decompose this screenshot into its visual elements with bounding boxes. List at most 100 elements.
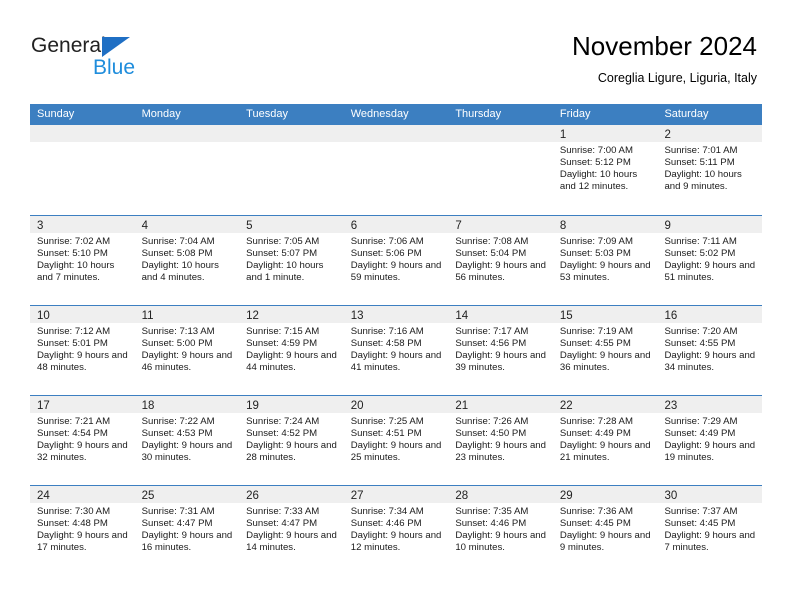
sunrise-text: Sunrise: 7:19 AM — [559, 326, 633, 337]
day-number: 7 — [455, 220, 462, 232]
calendar-day-cell[interactable]: 5 Sunrise: 7:05 AM Sunset: 5:07 PM Daylight… — [239, 216, 344, 305]
calendar-day-cell[interactable]: 14 Sunrise: 7:17 AM Sunset: 4:56 PM Dayligh… — [448, 306, 553, 395]
sunset-text: Sunset: 4:59 PM — [246, 338, 318, 350]
sunrise-text: Sunrise: 7:12 AM — [37, 326, 111, 337]
daylight-text: Daylight: 9 hours and 44 minutes. — [246, 350, 337, 374]
day-number-band: 14 — [448, 306, 553, 323]
daylight-text: Daylight: 9 hours and 7 minutes. — [664, 530, 756, 554]
calendar-day-cell[interactable]: 4 Sunrise: 7:04 AM Sunset: 5:08 PM Daylight… — [134, 216, 240, 305]
calendar-day-cell-empty — [343, 125, 449, 215]
calendar-day-cell[interactable]: 1 Sunrise: 7:00 AM Sunset: 5:12 PM Daylight… — [552, 125, 658, 215]
sunset-text: Sunset: 4:47 PM — [246, 518, 318, 530]
sunset-text: Sunset: 4:52 PM — [246, 428, 318, 440]
sunrise-text: Sunrise: 7:02 AM — [37, 236, 111, 247]
day-number: 5 — [246, 220, 253, 232]
sunset-text: Sunset: 5:00 PM — [141, 338, 213, 350]
brand-logo[interactable]: General Blue — [31, 34, 251, 84]
calendar-day-cell[interactable]: 2 Sunrise: 7:01 AM Sunset: 5:11 PM Daylight… — [657, 125, 763, 215]
daylight-text: Daylight: 9 hours and 53 minutes. — [559, 260, 651, 284]
day-number: 10 — [37, 310, 50, 322]
calendar-day-cell[interactable]: 29 Sunrise: 7:36 AM Sunset: 4:45 PM Dayligh… — [552, 486, 658, 575]
sunrise-text: Sunrise: 7:33 AM — [246, 506, 320, 517]
sunrise-text: Sunrise: 7:36 AM — [559, 506, 633, 517]
calendar-day-cell[interactable]: 26 Sunrise: 7:33 AM Sunset: 4:47 PM Dayligh… — [239, 486, 344, 575]
calendar-day-cell[interactable]: 11 Sunrise: 7:13 AM Sunset: 5:00 PM Dayligh… — [134, 306, 240, 395]
calendar-day-cell[interactable]: 28 Sunrise: 7:35 AM Sunset: 4:46 PM Dayligh… — [448, 486, 553, 575]
sunset-text: Sunset: 5:02 PM — [664, 248, 736, 260]
day-number-band: 24 — [30, 486, 135, 503]
daylight-text: Daylight: 9 hours and 10 minutes. — [455, 530, 546, 554]
calendar-day-cell[interactable]: 19 Sunrise: 7:24 AM Sunset: 4:52 PM Dayligh… — [239, 396, 344, 485]
calendar-day-cell[interactable]: 7 Sunrise: 7:08 AM Sunset: 5:04 PM Daylight… — [448, 216, 553, 305]
calendar-day-cell[interactable]: 16 Sunrise: 7:20 AM Sunset: 4:55 PM Dayligh… — [657, 306, 763, 395]
day-info: Sunrise: 7:21 AM Sunset: 4:54 PM Daylight:… — [30, 413, 135, 464]
calendar-day-cell[interactable]: 25 Sunrise: 7:31 AM Sunset: 4:47 PM Dayligh… — [134, 486, 240, 575]
calendar-day-cell[interactable]: 3 Sunrise: 7:02 AM Sunset: 5:10 PM Daylight… — [30, 216, 135, 305]
calendar-day-cell[interactable]: 18 Sunrise: 7:22 AM Sunset: 4:53 PM Dayligh… — [134, 396, 240, 485]
calendar-day-cell[interactable]: 12 Sunrise: 7:15 AM Sunset: 4:59 PM Dayligh… — [239, 306, 344, 395]
daylight-text: Daylight: 9 hours and 28 minutes. — [246, 440, 337, 464]
day-info: Sunrise: 7:01 AM Sunset: 5:11 PM Daylight:… — [657, 142, 762, 193]
daylight-text: Daylight: 9 hours and 56 minutes. — [455, 260, 546, 284]
sunset-text: Sunset: 4:49 PM — [664, 428, 736, 440]
sunrise-text: Sunrise: 7:16 AM — [350, 326, 424, 337]
calendar-day-cell[interactable]: 6 Sunrise: 7:06 AM Sunset: 5:06 PM Daylight… — [343, 216, 449, 305]
day-info: Sunrise: 7:17 AM Sunset: 4:56 PM Daylight:… — [448, 323, 553, 374]
day-number-band — [343, 125, 449, 142]
daylight-text: Daylight: 10 hours and 1 minute. — [246, 260, 324, 284]
sunset-text: Sunset: 4:46 PM — [350, 518, 422, 530]
day-number: 24 — [37, 490, 50, 502]
day-info: Sunrise: 7:02 AM Sunset: 5:10 PM Daylight:… — [30, 233, 135, 284]
day-info: Sunrise: 7:12 AM Sunset: 5:01 PM Daylight:… — [30, 323, 135, 374]
calendar-day-cell[interactable]: 27 Sunrise: 7:34 AM Sunset: 4:46 PM Dayligh… — [343, 486, 449, 575]
calendar-day-cell[interactable]: 10 Sunrise: 7:12 AM Sunset: 5:01 PM Dayligh… — [30, 306, 135, 395]
calendar-day-cell[interactable]: 17 Sunrise: 7:21 AM Sunset: 4:54 PM Dayligh… — [30, 396, 135, 485]
calendar-day-cell[interactable]: 21 Sunrise: 7:26 AM Sunset: 4:50 PM Dayligh… — [448, 396, 553, 485]
calendar-day-cell[interactable]: 9 Sunrise: 7:11 AM Sunset: 5:02 PM Daylight… — [657, 216, 763, 305]
day-number-band: 4 — [134, 216, 240, 233]
daylight-text: Daylight: 9 hours and 36 minutes. — [559, 350, 651, 374]
calendar-day-cell[interactable]: 20 Sunrise: 7:25 AM Sunset: 4:51 PM Dayligh… — [343, 396, 449, 485]
day-number: 15 — [559, 310, 573, 322]
day-info: Sunrise: 7:30 AM Sunset: 4:48 PM Daylight:… — [30, 503, 135, 554]
day-number-band: 20 — [343, 396, 449, 413]
sunset-text: Sunset: 4:46 PM — [455, 518, 527, 530]
day-number: 3 — [37, 220, 44, 232]
day-number-band — [134, 125, 240, 142]
daylight-text: Daylight: 9 hours and 39 minutes. — [455, 350, 546, 374]
sunrise-text: Sunrise: 7:34 AM — [350, 506, 424, 517]
calendar-day-cell[interactable]: 15 Sunrise: 7:19 AM Sunset: 4:55 PM Dayligh… — [552, 306, 658, 395]
day-number-band: 10 — [30, 306, 135, 323]
day-number: 19 — [246, 400, 259, 412]
day-number: 9 — [664, 220, 671, 232]
day-number-band — [239, 125, 344, 142]
sunrise-text: Sunrise: 7:05 AM — [246, 236, 320, 247]
calendar-day-cell[interactable]: 22 Sunrise: 7:28 AM Sunset: 4:49 PM Dayligh… — [552, 396, 658, 485]
calendar-day-cell[interactable]: 30 Sunrise: 7:37 AM Sunset: 4:45 PM Dayligh… — [657, 486, 763, 575]
calendar-day-cell[interactable]: 23 Sunrise: 7:29 AM Sunset: 4:49 PM Dayligh… — [657, 396, 763, 485]
weekday-header-sunday: Sunday — [37, 108, 75, 120]
sunset-text: Sunset: 4:53 PM — [141, 428, 213, 440]
calendar-day-cell[interactable]: 13 Sunrise: 7:16 AM Sunset: 4:58 PM Dayligh… — [343, 306, 449, 395]
day-number-band: 8 — [552, 216, 658, 233]
day-number-band: 9 — [657, 216, 763, 233]
day-number: 1 — [559, 129, 567, 141]
brand-triangle-icon — [102, 37, 130, 57]
sunset-text: Sunset: 5:01 PM — [37, 338, 108, 350]
day-number: 18 — [141, 400, 155, 412]
day-number-band: 21 — [448, 396, 553, 413]
daylight-text: Daylight: 9 hours and 9 minutes. — [559, 530, 651, 554]
sunrise-text: Sunrise: 7:26 AM — [455, 416, 529, 427]
sunrise-text: Sunrise: 7:11 AM — [664, 236, 737, 247]
day-number-band — [448, 125, 553, 142]
day-number-band: 13 — [343, 306, 449, 323]
day-number: 16 — [664, 310, 678, 322]
day-number-band: 2 — [657, 125, 763, 142]
day-info: Sunrise: 7:25 AM Sunset: 4:51 PM Daylight:… — [344, 413, 449, 464]
day-info: Sunrise: 7:24 AM Sunset: 4:52 PM Daylight:… — [239, 413, 344, 464]
calendar-day-cell[interactable]: 24 Sunrise: 7:30 AM Sunset: 4:48 PM Dayligh… — [30, 486, 135, 575]
calendar-day-cell[interactable]: 8 Sunrise: 7:09 AM Sunset: 5:03 PM Daylight… — [552, 216, 658, 305]
daylight-text: Daylight: 9 hours and 23 minutes. — [455, 440, 546, 464]
sunrise-text: Sunrise: 7:20 AM — [664, 326, 738, 337]
daylight-text: Daylight: 9 hours and 41 minutes. — [350, 350, 442, 374]
